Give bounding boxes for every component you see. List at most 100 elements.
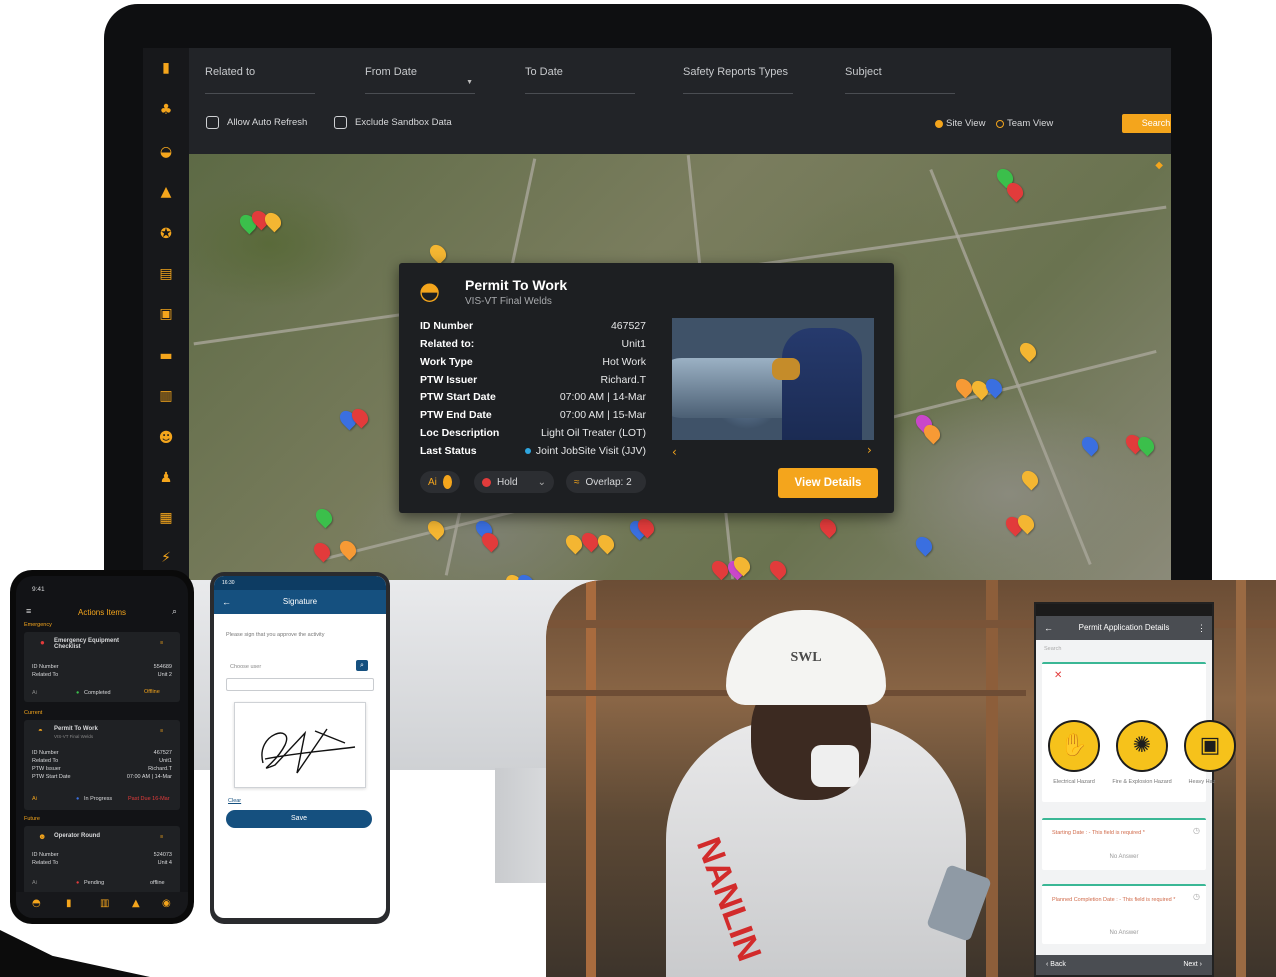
radio-icon [996, 119, 1004, 128]
map-pin[interactable] [514, 571, 538, 580]
filter-icon[interactable]: ≡ [160, 640, 163, 646]
map-pin[interactable] [912, 533, 936, 557]
bar-chart-icon[interactable]: ▥ [100, 898, 109, 909]
electrical-hazard-icon: ✋ [1048, 720, 1100, 772]
analytics-icon[interactable]: ▥ [156, 386, 176, 406]
bell-icon[interactable]: ♟ [156, 468, 176, 488]
hold-dropdown[interactable]: Hold ⌄ [474, 471, 554, 493]
filter-bar: Related to From Date ▼ To Date Safety Rep… [189, 48, 1171, 154]
alert-icon: ● [40, 638, 45, 647]
subject-field[interactable]: Subject [845, 62, 955, 94]
warning-icon[interactable]: ▲ [132, 898, 140, 909]
explosion-hazard-icon: ✺ [1116, 720, 1168, 772]
detail-row: ID Number 467527 [420, 320, 646, 332]
hardhat-icon[interactable]: ◓ [32, 898, 41, 909]
filter-icon[interactable]: ≡ [160, 834, 163, 840]
signal-icon[interactable]: ◉ [162, 898, 171, 909]
exclude-sandbox-checkbox[interactable]: Exclude Sandbox Data [334, 116, 452, 129]
prev-arrow-icon[interactable]: ‹ [672, 445, 677, 459]
view-details-button[interactable]: View Details [778, 468, 878, 498]
phone-screen: 9:41 ≡ Actions Items ⌕ Emergency ● Emerg… [16, 576, 188, 918]
phone-title: Actions Items [78, 608, 127, 617]
filter-icon[interactable]: ≡ [160, 728, 163, 734]
detail-row: Work Type Hot Work [420, 356, 646, 368]
team-view-radio[interactable]: Team View [996, 118, 1053, 129]
app-bar: ← Signature [214, 590, 386, 614]
phone-signature: 16:30 ← Signature Please sign that you a… [210, 572, 390, 924]
map-pin[interactable] [1078, 433, 1102, 457]
related-to-field[interactable]: Related to [205, 62, 315, 94]
clear-link[interactable]: Clear [228, 798, 241, 804]
org-chart-icon[interactable]: ♣ [156, 100, 176, 120]
map-pin[interactable] [1018, 467, 1042, 491]
site-view-radio[interactable]: Site View [935, 118, 985, 129]
detail-row: PTW End Date 07:00 AM | 15-Mar [420, 409, 646, 421]
menu-icon[interactable]: ≡ [26, 606, 31, 616]
bar-chart-icon[interactable]: ▮ [156, 58, 176, 78]
map-pin[interactable] [261, 209, 285, 233]
map-pin[interactable] [424, 517, 448, 541]
dashboard-icon[interactable]: ▦ [156, 508, 176, 528]
layers-icon[interactable]: ◆ [1155, 160, 1163, 171]
list-item[interactable]: ● Emergency Equipment Checklist ≡ ID Num… [24, 632, 180, 702]
more-icon[interactable]: ⋮ [1197, 616, 1206, 640]
user-icon: ☻ [38, 832, 47, 841]
detail-row: Last Status Joint JobSite Visit (JJV) [420, 445, 646, 457]
map-pin[interactable] [816, 515, 840, 539]
photo-worker [782, 328, 862, 440]
list-item[interactable]: ◓ Permit To Work VIS-VT Final Welds ≡ ID… [24, 720, 180, 810]
map-pin[interactable] [336, 537, 360, 561]
detail-row: PTW Issuer Richard.T [420, 374, 646, 386]
scaffold-pole [1236, 580, 1246, 977]
map-pin[interactable] [312, 505, 336, 529]
lightning-icon[interactable]: ⚡ [156, 548, 176, 568]
map-pin[interactable] [426, 241, 450, 265]
map-pin[interactable] [1016, 339, 1040, 363]
allow-auto-refresh-checkbox[interactable]: Allow Auto Refresh [206, 116, 307, 129]
to-date-field[interactable]: To Date [525, 62, 635, 94]
sidebar-rail: ▮ ♣ ◒ ▲ ✪ ▤ ▣ ▬ ▥ ☻ ♟ ▦ ⚡ [143, 48, 189, 580]
hardhat-icon: ◓ [419, 277, 440, 305]
save-button[interactable]: Save [226, 810, 372, 828]
back-arrow-icon[interactable]: ← [222, 590, 231, 614]
safety-reports-types-field[interactable]: Safety Reports Types [683, 62, 793, 94]
back-arrow-icon[interactable]: ← [1044, 616, 1053, 640]
tools-icon: ✕ [1054, 670, 1063, 681]
presentation-icon[interactable]: ▣ [156, 304, 176, 324]
hardhat-icon: ◓ [38, 726, 43, 735]
report-icon[interactable]: ▤ [156, 264, 176, 284]
search-input[interactable]: Search [1044, 646, 1061, 652]
ai-toggle[interactable]: Ai [420, 471, 460, 493]
search-button[interactable]: Search [1122, 114, 1171, 133]
starting-date-card[interactable]: Starting Date : - This field is required… [1042, 818, 1206, 870]
detail-row: Related to: Unit1 [420, 338, 646, 350]
signature-pad[interactable] [234, 702, 366, 788]
completion-date-card[interactable]: Planned Completion Date : - This field i… [1042, 884, 1206, 944]
overlap-icon: ≈ [574, 476, 580, 488]
toggle-knob [442, 475, 452, 489]
bottom-nav: ◓ ▮ ▥ ▲ ◉ [16, 892, 188, 918]
user-icon[interactable]: ☻ [156, 428, 176, 448]
hardhat-icon[interactable]: ◒ [156, 142, 176, 162]
next-arrow-icon[interactable]: › [867, 443, 872, 457]
status-dot [524, 448, 531, 454]
map-pin[interactable] [766, 557, 790, 580]
from-date-field[interactable]: From Date ▼ [365, 62, 475, 94]
search-icon[interactable]: ⌕ [172, 606, 177, 617]
award-icon[interactable]: ✪ [156, 224, 176, 244]
warning-icon[interactable]: ▲ [156, 182, 176, 202]
detail-row: Loc Description Light Oil Treater (LOT) [420, 427, 646, 439]
search-icon[interactable]: ⌕ [356, 660, 368, 671]
back-button[interactable]: ‹ Back [1046, 955, 1066, 975]
decorative-shape [0, 930, 150, 977]
document-icon[interactable]: ▬ [156, 346, 176, 366]
choose-user-input[interactable] [226, 678, 374, 691]
photo-glove [772, 358, 800, 380]
overlap-badge[interactable]: ≈ Overlap: 2 [566, 471, 646, 493]
clock-icon: ◷ [1193, 826, 1200, 835]
list-item[interactable]: ☻ Operator Round ≡ ID Number 524073 Rela… [24, 826, 180, 894]
map-pin[interactable] [594, 531, 618, 555]
next-button[interactable]: Next › [1183, 955, 1202, 975]
phone-screen: 16:30 ← Signature Please sign that you a… [214, 576, 386, 918]
clipboard-icon[interactable]: ▮ [66, 898, 72, 909]
